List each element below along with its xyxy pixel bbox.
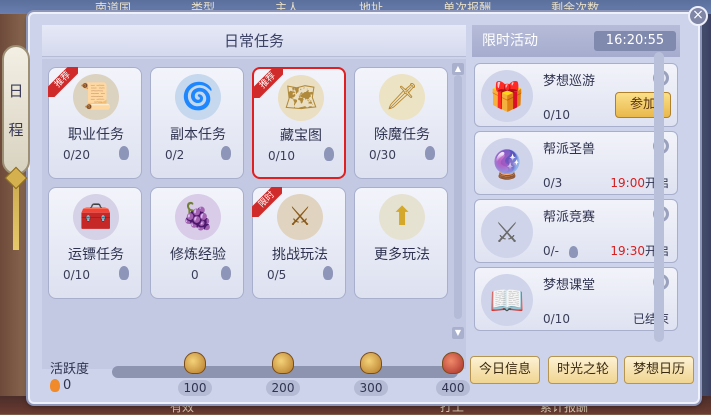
dream-calendar-button[interactable]: 梦想日历	[624, 356, 694, 384]
scrollbar[interactable]	[454, 75, 462, 319]
flame-icon	[324, 147, 334, 161]
daily-tasks-title: 日常任务	[42, 25, 466, 57]
task-progress: 0/2	[165, 148, 185, 162]
task-name: 修炼经验	[170, 247, 226, 263]
milestone-label: 200	[266, 380, 300, 396]
task-card-dungeon[interactable]: 🌀 副本任务 0/2	[150, 67, 244, 179]
milestone-100[interactable]	[184, 352, 208, 376]
flame-icon	[221, 146, 231, 160]
task-name: 副本任务	[170, 127, 226, 143]
activity-name: 梦想巡游	[543, 74, 596, 89]
task-name: 除魔任务	[374, 127, 430, 143]
close-button[interactable]: ×	[688, 6, 708, 26]
activity-card-classroom[interactable]: 📖 梦想课堂 0/10 已结束	[474, 267, 678, 331]
milestone-300[interactable]	[360, 352, 384, 376]
reward-bag-icon	[360, 352, 382, 374]
milestone-400[interactable]	[442, 352, 466, 376]
task-progress: 0/10	[63, 268, 90, 282]
limited-title: 限时活动	[482, 33, 538, 49]
flame-icon	[50, 379, 60, 392]
activity-scrollbar[interactable]	[654, 52, 664, 342]
activity-value: 0	[50, 378, 71, 393]
activity-progress: 0/-	[543, 244, 579, 258]
flame-icon	[221, 266, 231, 280]
reward-bag-icon	[442, 352, 464, 374]
server-clock: 16:20:55	[594, 31, 676, 51]
task-progress: 0/10	[268, 149, 295, 163]
parade-chest-icon: 🎁	[481, 70, 533, 122]
flame-icon	[569, 245, 579, 258]
tab-label: 程	[8, 121, 24, 139]
task-card-challenge[interactable]: ⚔ 限时 挑战玩法 0/5	[252, 187, 346, 299]
flame-icon	[119, 266, 129, 280]
milestone-label: 100	[178, 380, 212, 396]
task-name: 运镖任务	[68, 247, 124, 263]
task-card-cultivate[interactable]: 🍇 修炼经验 0	[150, 187, 244, 299]
flame-icon	[119, 146, 129, 160]
fruit-icon: 🍇	[175, 194, 221, 240]
milestone-label: 300	[354, 380, 388, 396]
task-card-escort[interactable]: 🧰 运镖任务 0/10	[48, 187, 142, 299]
time-wheel-button[interactable]: 时光之轮	[548, 356, 618, 384]
activity-progress: 0/10	[543, 108, 570, 122]
task-name: 挑战玩法	[272, 247, 328, 263]
demon-sword-icon: 🗡	[379, 74, 425, 120]
mask-icon: ⚔	[277, 194, 323, 240]
limited-badge: 限时	[252, 187, 282, 217]
task-card-job[interactable]: 📜 推荐 职业任务 0/20	[48, 67, 142, 179]
treasure-map-icon: 🗺	[278, 75, 324, 121]
flame-icon	[323, 266, 333, 280]
limited-activities-section: 限时活动 16:20:55 🎁 梦想巡游 0/10 参加 🔮 帮派圣兽 0/3 …	[472, 25, 680, 345]
activity-progress: 0/3	[543, 176, 563, 190]
task-progress: 0	[191, 268, 199, 282]
task-name: 更多玩法	[374, 247, 430, 263]
flame-icon	[425, 146, 435, 160]
beast-orb-icon: 🔮	[481, 138, 533, 190]
reward-bag-icon	[272, 352, 294, 374]
arrow-up-icon: ⬆	[379, 194, 425, 240]
crossed-swords-icon: ⚔	[481, 206, 533, 258]
activity-card-beast[interactable]: 🔮 帮派圣兽 0/3 19:00开启	[474, 131, 678, 195]
activity-name: 帮派圣兽	[543, 142, 596, 157]
chest-icon: 🧰	[73, 194, 119, 240]
task-name: 职业任务	[68, 127, 124, 143]
activity-name: 梦想课堂	[543, 278, 596, 293]
task-name: 藏宝图	[280, 128, 322, 144]
tab-schedule[interactable]: 日 程	[2, 45, 30, 175]
task-progress: 0/5	[267, 268, 287, 282]
milestone-200[interactable]	[272, 352, 296, 376]
task-card-more[interactable]: ⬆ 更多玩法	[354, 187, 448, 299]
reward-bag-icon	[184, 352, 206, 374]
activity-progress: 0/10	[543, 312, 570, 326]
activity-name: 帮派竞赛	[543, 210, 596, 225]
tab-label: 日	[8, 82, 24, 100]
recommend-badge: 推荐	[253, 68, 283, 98]
task-card-demon[interactable]: 🗡 除魔任务 0/30	[354, 67, 448, 179]
task-progress: 0/30	[369, 148, 396, 162]
activity-card-contest[interactable]: ⚔ 帮派竞赛 0/- 19:30开启	[474, 199, 678, 263]
activity-label: 活跃度	[50, 362, 90, 377]
activity-bar: 活跃度 0 100 200 300 400 今日信息 时光之轮 梦想日历	[42, 348, 694, 398]
task-progress: 0/20	[63, 148, 90, 162]
book-icon: 📖	[481, 274, 533, 326]
scroll-down-button[interactable]: ▼	[452, 327, 464, 339]
task-card-treasure-map[interactable]: 🗺 推荐 藏宝图 0/10	[252, 67, 346, 179]
milestone-label: 400	[436, 380, 470, 396]
activity-card-parade[interactable]: 🎁 梦想巡游 0/10 参加	[474, 63, 678, 127]
scroll-up-button[interactable]: ▲	[452, 63, 464, 75]
scroll-icon: 📜	[73, 74, 119, 120]
portal-icon: 🌀	[175, 74, 221, 120]
daily-tasks-section: 日常任务 📜 推荐 职业任务 0/20 🌀 副本任务 0/2 🗺 推荐 藏宝图 …	[42, 25, 466, 369]
recommend-badge: 推荐	[48, 67, 78, 97]
today-info-button[interactable]: 今日信息	[470, 356, 540, 384]
